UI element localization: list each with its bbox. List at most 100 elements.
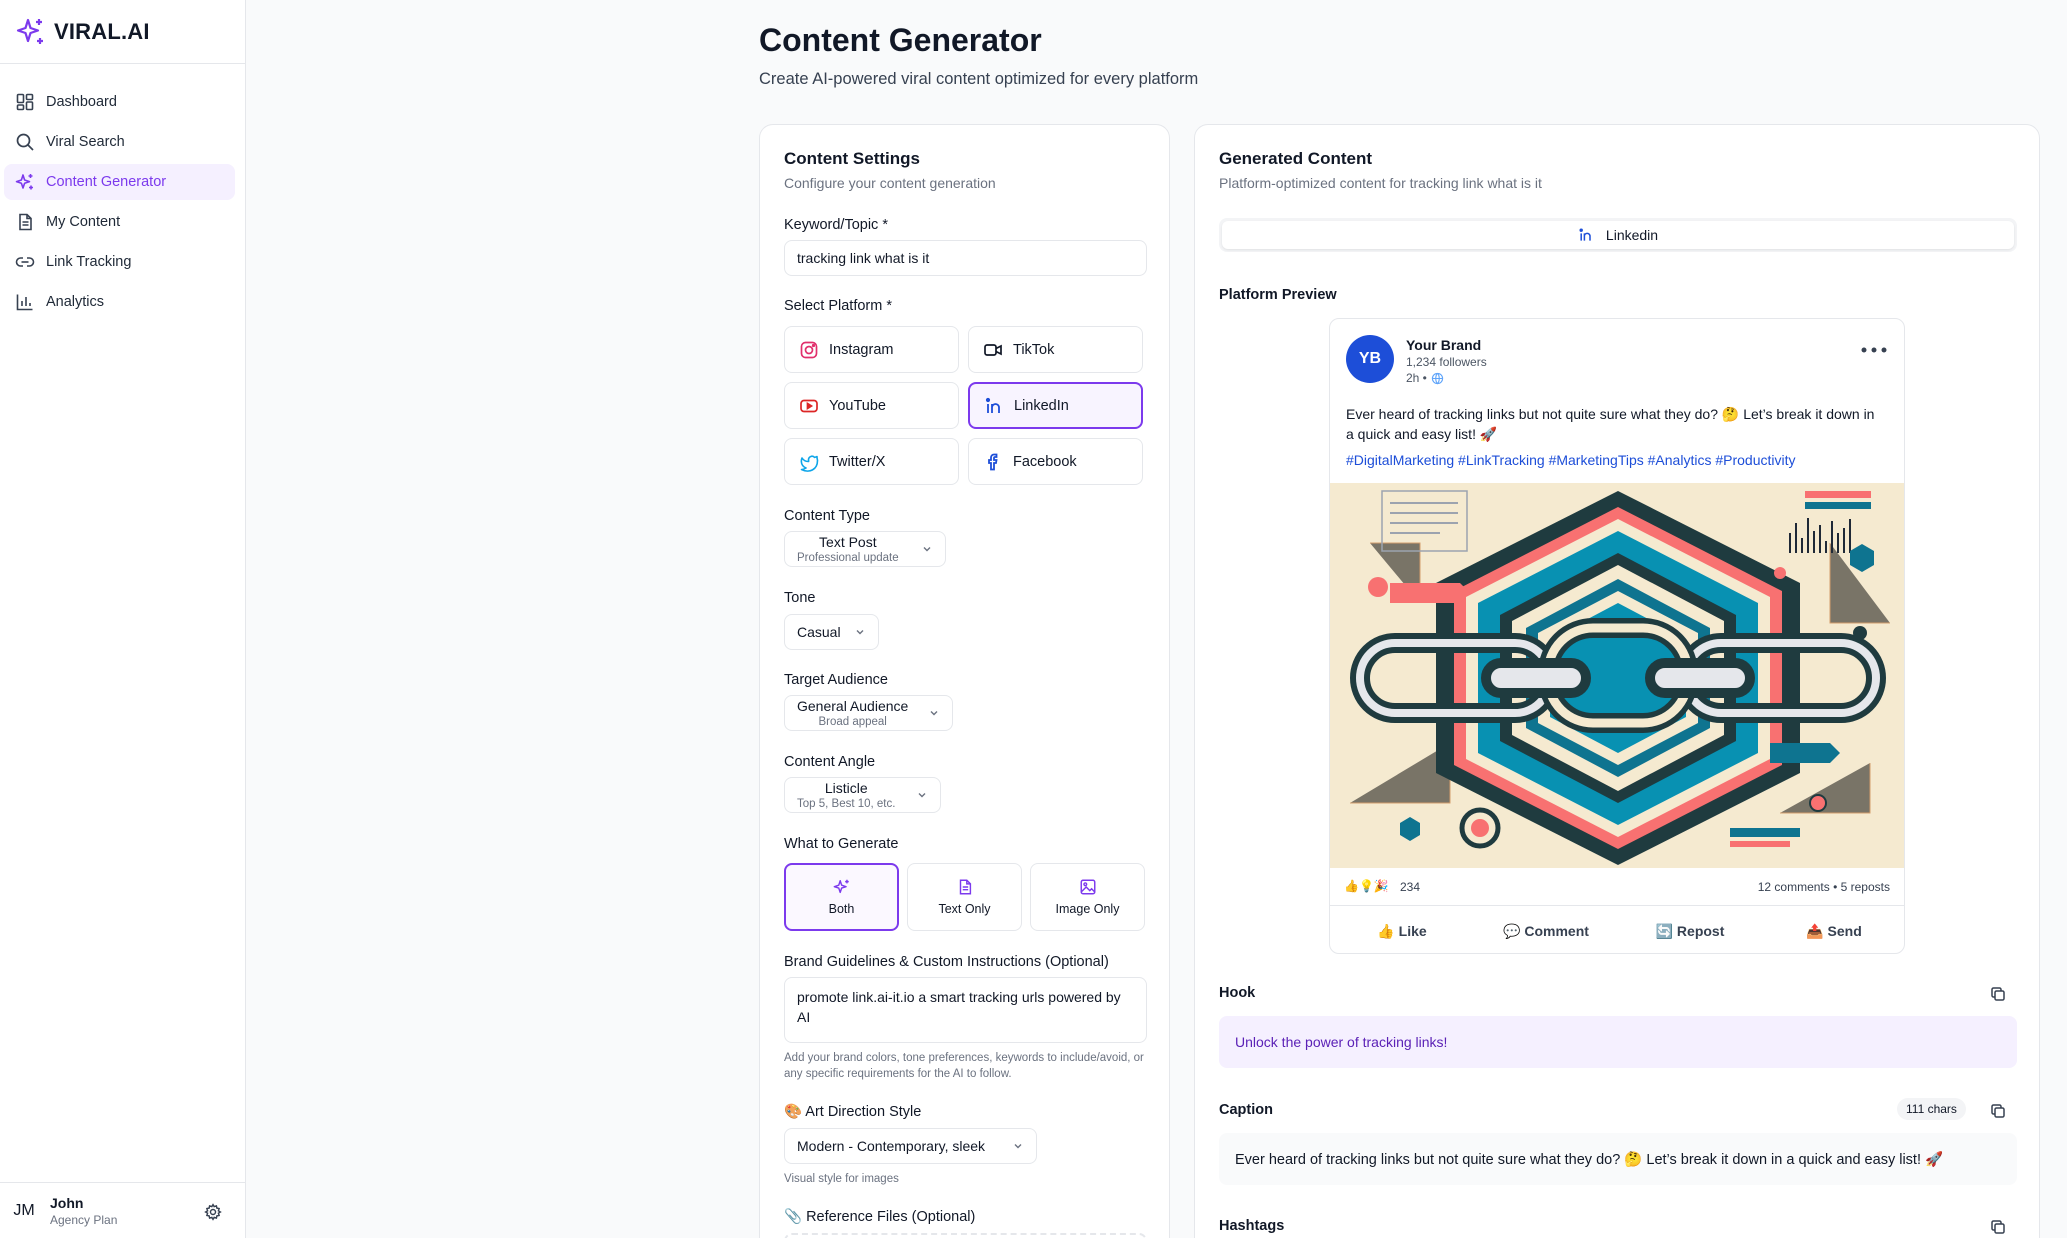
chevron-down-icon (1014, 1144, 1022, 1149)
search-icon (16, 133, 34, 151)
platform-label: YouTube (829, 397, 886, 414)
post-time-text: 2h • (1406, 371, 1427, 385)
sidebar-item-label: Link Tracking (46, 254, 132, 270)
angle-label: Content Angle (784, 754, 876, 770)
tone-select[interactable]: Casual (784, 614, 879, 650)
bar-chart-icon (16, 294, 33, 311)
globe-icon (1431, 372, 1444, 384)
chevron-down-icon (923, 547, 931, 552)
post-hashtags[interactable]: #DigitalMarketing #LinkTracking #Marketi… (1346, 452, 1795, 468)
generate-option-label: Image Only (1055, 902, 1120, 916)
sidebar-item-label: Viral Search (46, 134, 125, 150)
sidebar-item-label: Dashboard (46, 94, 117, 110)
generate-label: What to Generate (784, 836, 899, 852)
tab-linkedin[interactable]: Linkedin (1222, 221, 2014, 249)
audience-label: Target Audience (784, 672, 888, 688)
platform-twitter-button[interactable]: Twitter/X (784, 438, 959, 485)
brand-name: VIRAL.AI (54, 18, 150, 44)
keyword-input[interactable]: tracking link what is it (784, 240, 1147, 276)
sidebar-item-label: Content Generator (46, 174, 167, 190)
sidebar-item-content-generator[interactable]: Content Generator (4, 164, 235, 200)
hook-label: Hook (1219, 985, 1256, 1001)
gear-icon[interactable] (204, 1203, 222, 1221)
sidebar-item-link-tracking[interactable]: Link Tracking (4, 244, 235, 280)
page-title: Content Generator (759, 22, 1042, 58)
send-button[interactable]: 📤 Send (1762, 907, 1904, 953)
generate-both-button[interactable]: Both (784, 863, 899, 931)
art-direction-select[interactable]: Modern - Contemporary, sleek (784, 1128, 1037, 1164)
content-type-select[interactable]: Text Post Professional update (784, 531, 946, 567)
user-name: John (50, 1194, 84, 1211)
post-actions: 👍 Like 💬 Comment 🔄 Repost 📤 Send (1330, 907, 1904, 953)
sidebar: VIRAL.AI Dashboard Viral Search Content … (0, 0, 246, 1238)
copy-hook-icon[interactable] (1989, 985, 2007, 1003)
card-subtitle: Configure your content generation (784, 175, 996, 191)
like-button[interactable]: 👍 Like (1330, 907, 1474, 953)
platform-instagram-button[interactable]: Instagram (784, 326, 959, 373)
generate-image-only-button[interactable]: Image Only (1030, 863, 1145, 931)
comment-button[interactable]: 💬 Comment (1474, 907, 1618, 953)
guidelines-textarea[interactable]: promote link.ai-it.io a smart tracking u… (784, 977, 1147, 1043)
platform-linkedin-button[interactable]: LinkedIn (968, 382, 1143, 429)
linkedin-icon (1579, 228, 1591, 241)
audience-select[interactable]: General Audience Broad appeal (784, 695, 953, 731)
copy-caption-icon[interactable] (1989, 1102, 2007, 1120)
hashtags-label: Hashtags (1219, 1218, 1285, 1234)
sidebar-item-dashboard[interactable]: Dashboard (4, 84, 235, 120)
reaction-count[interactable]: 234 (1400, 880, 1420, 894)
platform-preview-label: Platform Preview (1219, 287, 1337, 303)
select-value: General Audience (797, 698, 909, 714)
brand-logo[interactable]: VIRAL.AI (0, 0, 245, 64)
platform-youtube-button[interactable]: YouTube (784, 382, 959, 429)
generate-text-only-button[interactable]: Text Only (907, 863, 1022, 931)
caption-text: Ever heard of tracking links but not qui… (1219, 1133, 2017, 1185)
copy-hashtags-icon[interactable] (1989, 1218, 2007, 1236)
user-plan: Agency Plan (50, 1212, 118, 1227)
content-type-label: Content Type (784, 508, 870, 524)
post-time: 2h • (1406, 371, 1444, 385)
more-options-icon[interactable] (1860, 345, 1888, 355)
sidebar-item-viral-search[interactable]: Viral Search (4, 124, 235, 160)
keyword-label: Keyword/Topic * (784, 217, 888, 233)
avatar: JM (13, 1201, 35, 1219)
platform-label: Facebook (1013, 453, 1077, 470)
select-description: Professional update (797, 552, 899, 564)
instagram-icon (800, 341, 818, 358)
chevron-down-icon (856, 630, 864, 635)
page-subtitle: Create AI-powered viral content optimize… (759, 70, 1199, 88)
generated-content-card: Generated Content Platform-optimized con… (1194, 124, 2040, 1238)
generate-option-label: Both (828, 902, 855, 916)
linkedin-icon (985, 397, 1000, 413)
platform-tiktok-button[interactable]: TikTok (968, 326, 1143, 373)
sidebar-item-my-content[interactable]: My Content (4, 204, 235, 240)
select-value: Text Post (819, 534, 877, 550)
video-camera-icon (984, 343, 1002, 356)
platform-label: Twitter/X (829, 453, 886, 470)
angle-select[interactable]: Listicle Top 5, Best 10, etc. (784, 777, 941, 813)
card-title: Content Settings (784, 149, 920, 168)
tab-label: Linkedin (1605, 227, 1659, 243)
twitter-bird-icon (800, 455, 819, 472)
guidelines-label: Brand Guidelines & Custom Instructions (… (784, 954, 1109, 970)
sparkles-icon (15, 174, 33, 190)
repost-button[interactable]: 🔄 Repost (1618, 907, 1762, 953)
reference-files-dropzone[interactable] (784, 1233, 1147, 1238)
avatar: YB (1346, 335, 1394, 383)
tone-label: Tone (784, 590, 816, 606)
card-subtitle: Platform-optimized content for tracking … (1219, 175, 1542, 191)
post-author: Your Brand (1406, 337, 1482, 353)
comments-reposts-count[interactable]: 12 comments • 5 reposts (1758, 880, 1890, 894)
reference-files-label: 📎 Reference Files (Optional) (784, 1209, 976, 1225)
document-icon (959, 879, 971, 895)
image-icon (1080, 879, 1095, 895)
select-value: Casual (797, 624, 841, 640)
reaction-emojis: 👍💡🎉 (1344, 879, 1389, 893)
chevron-down-icon (918, 793, 926, 798)
sparkles-icon (833, 879, 849, 894)
platform-facebook-button[interactable]: Facebook (968, 438, 1143, 485)
document-icon (19, 213, 32, 231)
sidebar-item-label: My Content (46, 214, 121, 230)
chevron-down-icon (930, 711, 938, 716)
sidebar-item-analytics[interactable]: Analytics (4, 284, 235, 320)
user-profile[interactable]: JM John Agency Plan (0, 1182, 246, 1238)
